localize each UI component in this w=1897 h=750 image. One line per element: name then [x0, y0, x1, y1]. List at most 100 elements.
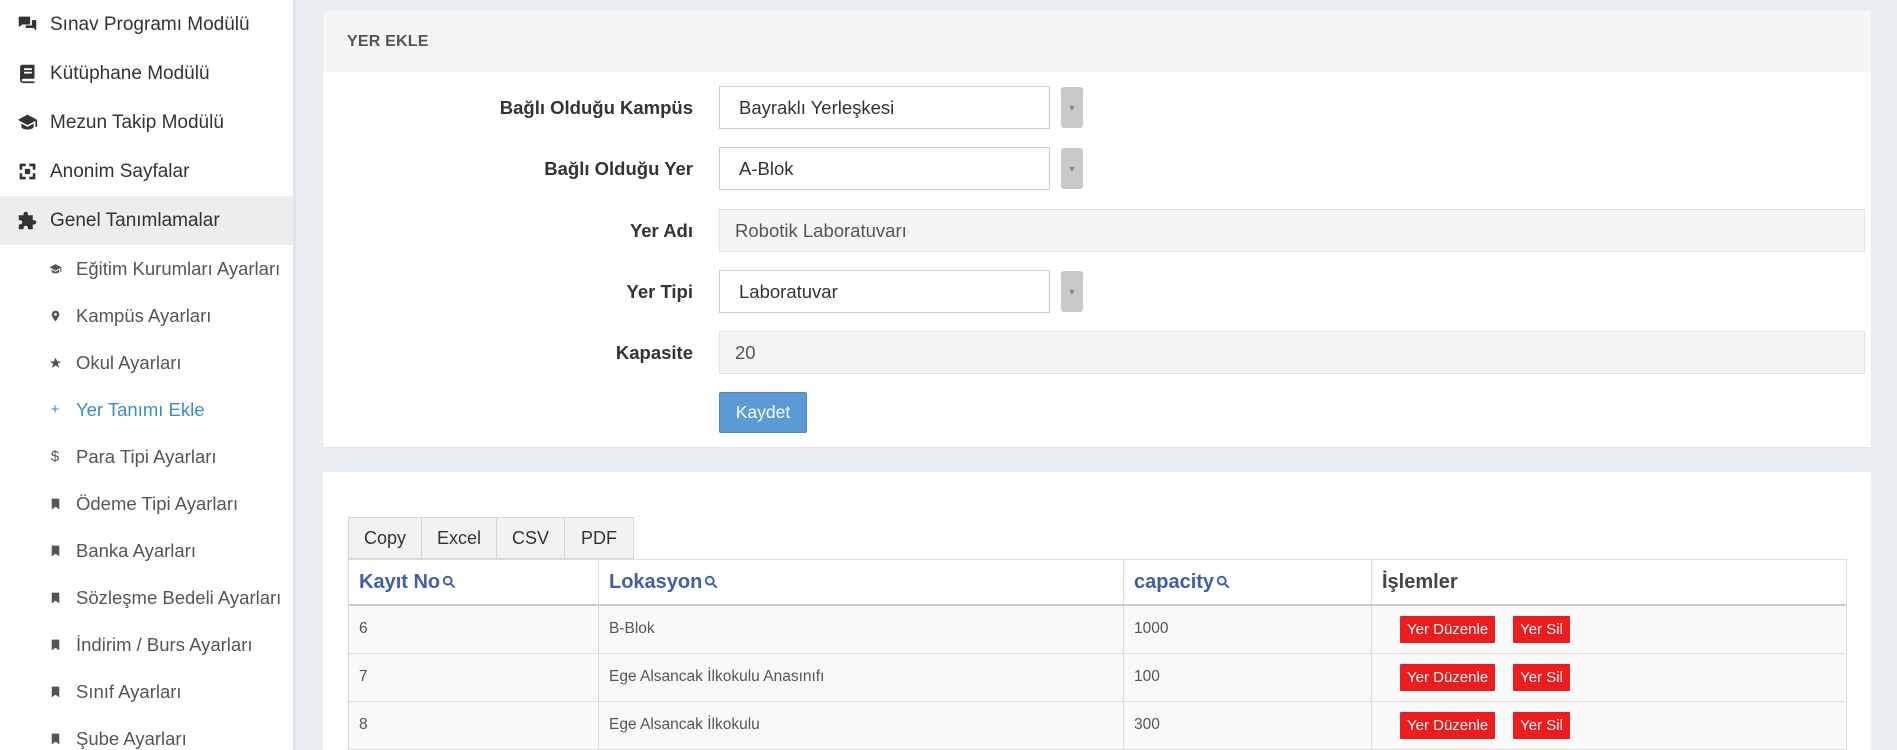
capacity-label: Kapasite [615, 341, 693, 363]
edit-place-button[interactable]: Yer Düzenle [1400, 664, 1496, 691]
search-icon[interactable] [442, 575, 456, 589]
sidebar: Sınav Programı Modülü Kütüphane Modülü M… [0, 0, 296, 750]
copy-button[interactable]: Copy [348, 517, 422, 559]
cell-location: Ege Alsancak İlkokulu [599, 702, 1124, 749]
map-marker-icon [48, 308, 62, 324]
sidebar-subitem-banka[interactable]: Banka Ayarları [0, 527, 293, 574]
column-header-capacity[interactable]: capacity [1124, 560, 1372, 604]
column-header-kayit-no[interactable]: Kayıt No [349, 560, 599, 604]
save-button[interactable]: Kaydet [719, 392, 807, 433]
edit-place-button[interactable]: Yer Düzenle [1400, 712, 1496, 739]
expand-icon [16, 161, 38, 183]
menu-item-mezun-takip[interactable]: Mezun Takip Modülü [0, 98, 293, 147]
type-label: Yer Tipi [626, 280, 694, 302]
menu-item-label: Anonim Sayfalar [50, 160, 190, 182]
bookmark-icon [48, 496, 62, 512]
bookmark-icon [48, 637, 62, 653]
menu-item-kutuphane[interactable]: Kütüphane Modülü [0, 49, 293, 98]
csv-button[interactable]: CSV [496, 517, 565, 559]
menu-item-genel-tanimlamalar[interactable]: Genel Tanımlamalar [0, 196, 293, 245]
campus-select-value[interactable]: Bayraklı Yerleşkesi [719, 86, 1050, 129]
search-icon[interactable] [704, 575, 718, 589]
sidebar-subitem-yer-tanimi-ekle[interactable]: + Yer Tanımı Ekle [0, 386, 293, 433]
column-header-lokasyon[interactable]: Lokasyon [599, 560, 1124, 604]
column-header-label: Lokasyon [609, 570, 703, 593]
name-row: Yer Adı Robotik Laboratuvarı [323, 209, 1871, 252]
excel-button[interactable]: Excel [421, 517, 497, 559]
delete-place-button[interactable]: Yer Sil [1513, 664, 1570, 691]
menu-item-sinav-programi[interactable]: Sınav Programı Modülü [0, 0, 293, 49]
sidebar-subitem-label: Sözleşme Bedeli Ayarları [76, 586, 282, 608]
table-row: 7 Ege Alsancak İlkokulu Anasınıfı 100 Ye… [348, 654, 1847, 702]
sidebar-subitem-okul[interactable]: Okul Ayarları [0, 339, 293, 386]
sidebar-subitem-para-tipi[interactable]: $ Para Tipi Ayarları [0, 433, 293, 480]
sidebar-subitem-label: Eğitim Kurumları Ayarları [76, 257, 281, 279]
bookmark-icon [48, 684, 62, 700]
chevron-down-icon[interactable]: ▼ [1061, 87, 1083, 128]
cell-location: B-Blok [599, 606, 1124, 653]
menu-item-anonim-sayfalar[interactable]: Anonim Sayfalar [0, 147, 293, 196]
sidebar-subitem-sinif[interactable]: Sınıf Ayarları [0, 668, 293, 715]
sidebar-subitem-label: İndirim / Burs Ayarları [76, 633, 253, 655]
menu-item-label: Genel Tanımlamalar [50, 209, 220, 231]
sidebar-subitem-label: Banka Ayarları [76, 539, 196, 561]
sidebar-subitem-label: Sınıf Ayarları [76, 680, 182, 702]
place-select[interactable]: A-Blok ▼ [719, 147, 1084, 190]
cell-capacity: 300 [1124, 702, 1372, 749]
cell-actions: Yer Düzenle Yer Sil [1372, 654, 1846, 701]
cell-capacity: 100 [1124, 654, 1372, 701]
sidebar-subitem-label: Okul Ayarları [76, 351, 182, 373]
bookmark-icon [48, 731, 62, 747]
capacity-row: Kapasite 20 [323, 331, 1871, 374]
menu-item-label: Mezun Takip Modülü [50, 111, 224, 133]
sidebar-subitem-label: Ödeme Tipi Ayarları [76, 492, 239, 514]
place-name-input[interactable]: Robotik Laboratuvarı [719, 209, 1865, 252]
cell-capacity: 1000 [1124, 606, 1372, 653]
sidebar-subitem-label: Para Tipi Ayarları [76, 445, 217, 467]
sidebar-subitem-sozlesme-bedeli[interactable]: Sözleşme Bedeli Ayarları [0, 574, 293, 621]
chat-icon [16, 14, 38, 36]
cell-actions: Yer Düzenle Yer Sil [1372, 702, 1846, 749]
dollar-icon: $ [50, 448, 60, 465]
cell-id: 7 [349, 654, 599, 701]
panel-title: YER EKLE [323, 11, 1871, 72]
place-label: Bağlı Olduğu Yer [544, 157, 693, 179]
places-table-panel: Copy Excel CSV PDF Kayıt No Lokasyon cap… [323, 472, 1871, 750]
search-icon[interactable] [1216, 575, 1230, 589]
edit-place-button[interactable]: Yer Düzenle [1400, 616, 1496, 643]
pdf-button[interactable]: PDF [564, 517, 634, 559]
graduation-cap-icon [16, 112, 38, 134]
campus-row: Bağlı Olduğu Kampüs Bayraklı Yerleşkesi … [323, 86, 1871, 129]
column-header-islemler: İşlemler [1372, 560, 1846, 604]
column-header-label: Kayıt No [359, 570, 441, 593]
delete-place-button[interactable]: Yer Sil [1513, 616, 1570, 643]
place-select-value[interactable]: A-Blok [719, 147, 1050, 190]
sidebar-subitem-odeme-tipi[interactable]: Ödeme Tipi Ayarları [0, 480, 293, 527]
type-select[interactable]: Laboratuvar ▼ [719, 270, 1084, 313]
sidebar-subitem-label: Kampüs Ayarları [76, 304, 212, 326]
cell-location: Ege Alsancak İlkokulu Anasınıfı [599, 654, 1124, 701]
menu-item-label: Kütüphane Modülü [50, 62, 210, 84]
sidebar-subitem-egitim-kurumlari[interactable]: Eğitim Kurumları Ayarları [0, 245, 293, 292]
places-table: Kayıt No Lokasyon capacity İşlemler 6 B-… [348, 559, 1847, 750]
cell-id: 8 [349, 702, 599, 749]
place-row: Bağlı Olduğu Yer A-Blok ▼ [323, 147, 1871, 190]
campus-label: Bağlı Olduğu Kampüs [499, 96, 693, 118]
capacity-input[interactable]: 20 [719, 331, 1865, 374]
type-row: Yer Tipi Laboratuvar ▼ [323, 270, 1871, 313]
campus-select[interactable]: Bayraklı Yerleşkesi ▼ [719, 86, 1084, 129]
type-select-value[interactable]: Laboratuvar [719, 270, 1050, 313]
sidebar-subitem-kampus[interactable]: Kampüs Ayarları [0, 292, 293, 339]
cell-actions: Yer Düzenle Yer Sil [1372, 606, 1846, 653]
cell-id: 6 [349, 606, 599, 653]
sidebar-subitem-sube[interactable]: Şube Ayarları [0, 715, 293, 750]
graduation-cap-icon [48, 261, 62, 277]
book-icon [16, 63, 38, 85]
column-header-label: capacity [1134, 570, 1215, 593]
sidebar-subitem-label: Şube Ayarları [76, 727, 187, 749]
table-header-row: Kayıt No Lokasyon capacity İşlemler [348, 559, 1847, 606]
chevron-down-icon[interactable]: ▼ [1061, 148, 1083, 189]
sidebar-subitem-indirim-burs[interactable]: İndirim / Burs Ayarları [0, 621, 293, 668]
delete-place-button[interactable]: Yer Sil [1513, 712, 1570, 739]
chevron-down-icon[interactable]: ▼ [1061, 271, 1083, 312]
